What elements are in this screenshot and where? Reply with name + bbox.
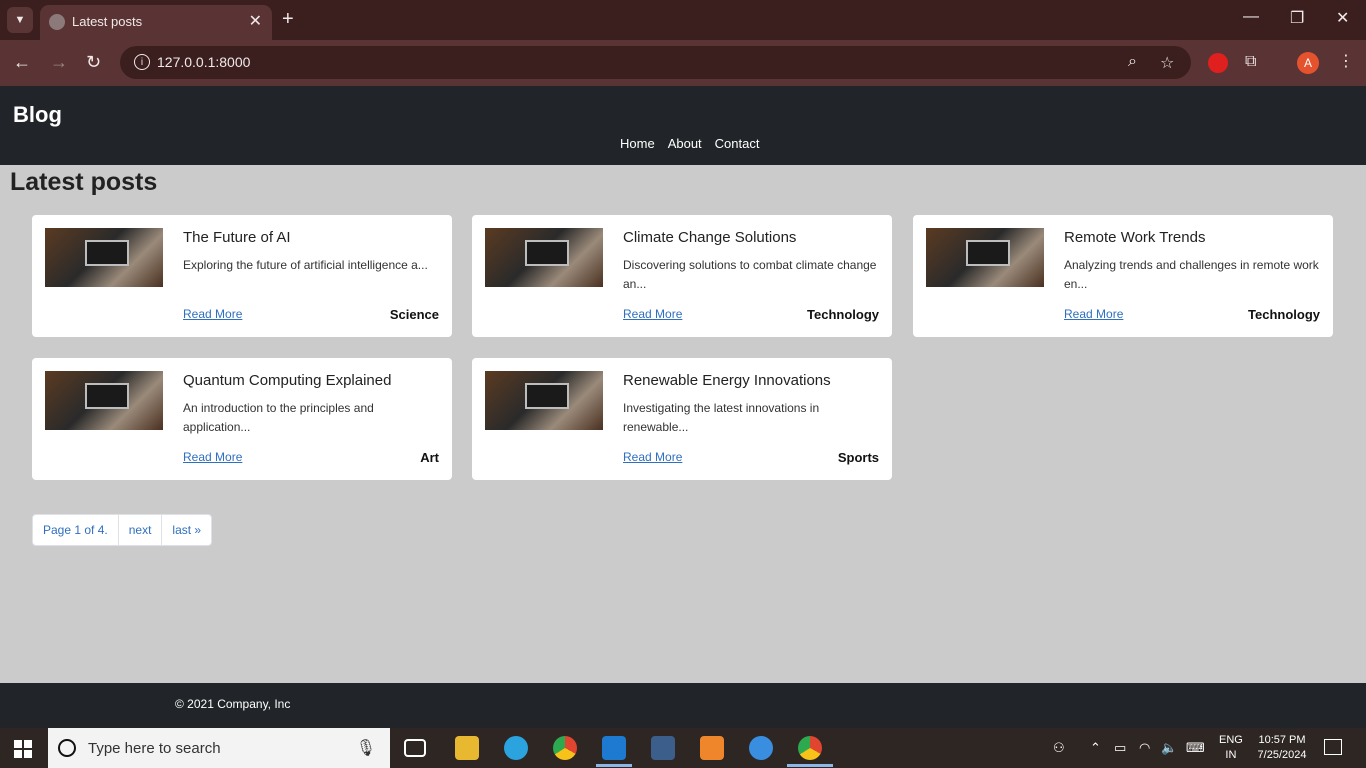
post-excerpt: Analyzing trends and challenges in remot… (1064, 258, 1319, 291)
post-thumbnail (926, 228, 1044, 287)
back-arrow-icon[interactable]: ← (13, 52, 31, 73)
post-title: Climate Change Solutions (623, 229, 797, 246)
browser-tab[interactable]: Latest posts ✕ (40, 5, 272, 40)
post-thumbnail (45, 371, 163, 430)
page-info: Page 1 of 4. (33, 515, 119, 545)
file-explorer-icon[interactable] (455, 736, 479, 760)
bookmark-star-icon[interactable]: ☆ (1160, 53, 1174, 73)
chrome-profile-icon[interactable] (798, 736, 822, 760)
post-thumbnail (485, 371, 603, 430)
post-card: Remote Work Trends Analyzing trends and … (913, 215, 1333, 337)
url-text[interactable]: 127.0.0.1:8000 (157, 54, 250, 70)
nav-home[interactable]: Home (620, 136, 655, 151)
post-title: Renewable Energy Innovations (623, 372, 831, 389)
next-page-link[interactable]: next (119, 515, 163, 545)
extensions-puzzle-icon[interactable]: ⧉ (1245, 53, 1265, 73)
close-tab-icon[interactable]: ✕ (249, 11, 262, 31)
close-window-button[interactable]: ✕ (1336, 8, 1349, 28)
active-app-indicator (787, 764, 833, 767)
post-category: Technology (1248, 307, 1320, 322)
post-card: The Future of AI Exploring the future of… (32, 215, 452, 337)
read-more-link[interactable]: Read More (1064, 307, 1123, 321)
chrome-icon[interactable] (553, 736, 577, 760)
nav-about[interactable]: About (668, 136, 702, 151)
chevron-down-icon: ▼ (14, 14, 26, 26)
reload-icon[interactable]: ↻ (86, 52, 101, 73)
system-clock[interactable]: 10:57 PM 7/25/2024 (1254, 733, 1310, 763)
site-brand[interactable]: Blog (13, 102, 62, 128)
post-thumbnail (485, 228, 603, 287)
read-more-link[interactable]: Read More (183, 450, 242, 464)
main-nav: Home About Contact (620, 136, 759, 151)
vscode-icon[interactable] (602, 736, 626, 760)
post-card: Climate Change Solutions Discovering sol… (472, 215, 892, 337)
post-card: Renewable Energy Innovations Investigati… (472, 358, 892, 480)
clock-time: 10:57 PM (1258, 734, 1306, 746)
post-category: Sports (837, 450, 879, 465)
profile-avatar[interactable]: A (1297, 52, 1319, 74)
globe-icon (49, 14, 65, 30)
app-icon[interactable] (749, 736, 773, 760)
post-card: Quantum Computing Explained An introduct… (32, 358, 452, 480)
browser-toolbar: ← → ↻ i 127.0.0.1:8000 ⌕ ☆ ⧉ A ⋮ (0, 40, 1366, 86)
chevron-up-icon[interactable]: ⌃ (1090, 740, 1101, 756)
post-category: Technology (807, 307, 879, 322)
volume-icon[interactable]: 🔈 (1161, 740, 1177, 756)
address-bar[interactable]: i 127.0.0.1:8000 ⌕ ☆ (120, 46, 1191, 79)
site-footer: © 2021 Company, Inc (0, 683, 1366, 728)
cortana-icon (58, 739, 76, 757)
read-more-link[interactable]: Read More (623, 307, 682, 321)
people-icon[interactable]: ⚇ (1053, 740, 1065, 756)
language-code: ENG (1219, 734, 1243, 746)
post-category: Science (389, 307, 439, 322)
clock-date: 7/25/2024 (1257, 749, 1307, 761)
taskbar-search-placeholder: Type here to search (88, 740, 221, 757)
active-app-indicator (596, 764, 632, 767)
notification-icon[interactable] (1324, 739, 1342, 755)
post-excerpt: Discovering solutions to combat climate … (623, 258, 877, 291)
browser-tab-strip: ▼ Latest posts ✕ + — ❐ ✕ (0, 0, 1366, 40)
microphone-icon[interactable]: 🎙 (356, 738, 376, 758)
tab-search-button[interactable]: ▼ (7, 7, 33, 33)
battery-icon[interactable]: ▭ (1114, 740, 1126, 756)
taskbar-search-box[interactable]: Type here to search 🎙 (48, 728, 390, 768)
nav-contact[interactable]: Contact (715, 136, 760, 151)
region-code: IN (1225, 749, 1237, 761)
read-more-link[interactable]: Read More (183, 307, 242, 321)
telegram-icon[interactable] (504, 736, 528, 760)
site-info-icon[interactable]: i (134, 54, 150, 70)
post-thumbnail (45, 228, 163, 287)
extension-icon[interactable] (1208, 53, 1228, 73)
post-category: Art (420, 450, 439, 465)
wifi-icon[interactable]: ◠ (1139, 740, 1150, 756)
post-excerpt: An introduction to the principles and ap… (183, 401, 374, 434)
keyboard-icon[interactable]: ⌨ (1186, 740, 1205, 756)
menu-kebab-icon[interactable]: ⋮ (1338, 51, 1354, 71)
post-title: Remote Work Trends (1064, 229, 1206, 246)
post-excerpt: Exploring the future of artificial intel… (183, 258, 428, 272)
copyright-text: © 2021 Company, Inc (175, 697, 291, 711)
web-page: Blog Home About Contact Latest posts The… (0, 86, 1366, 728)
restore-button[interactable]: ❐ (1290, 8, 1304, 28)
forward-arrow-icon[interactable]: → (50, 52, 68, 73)
post-title: Quantum Computing Explained (183, 372, 392, 389)
site-header: Blog Home About Contact (0, 86, 1366, 165)
last-page-link[interactable]: last » (162, 515, 211, 545)
mysql-workbench-icon[interactable] (651, 736, 675, 760)
zoom-icon[interactable]: ⌕ (1128, 53, 1137, 71)
tab-title: Latest posts (72, 14, 143, 29)
windows-start-icon[interactable] (14, 740, 32, 758)
minimize-button[interactable]: — (1243, 8, 1259, 26)
os-taskbar: Type here to search 🎙 ⚇ ⌃ ▭ ◠ 🔈 ⌨ ENG IN… (0, 728, 1366, 768)
post-excerpt: Investigating the latest innovations in … (623, 401, 820, 434)
post-title: The Future of AI (183, 229, 291, 246)
sublime-text-icon[interactable] (700, 736, 724, 760)
page-title: Latest posts (10, 168, 158, 196)
task-view-icon[interactable] (404, 739, 426, 757)
language-indicator[interactable]: ENG IN (1219, 733, 1243, 763)
pagination: Page 1 of 4. next last » (32, 514, 213, 546)
read-more-link[interactable]: Read More (623, 450, 682, 464)
new-tab-button[interactable]: + (282, 8, 294, 31)
